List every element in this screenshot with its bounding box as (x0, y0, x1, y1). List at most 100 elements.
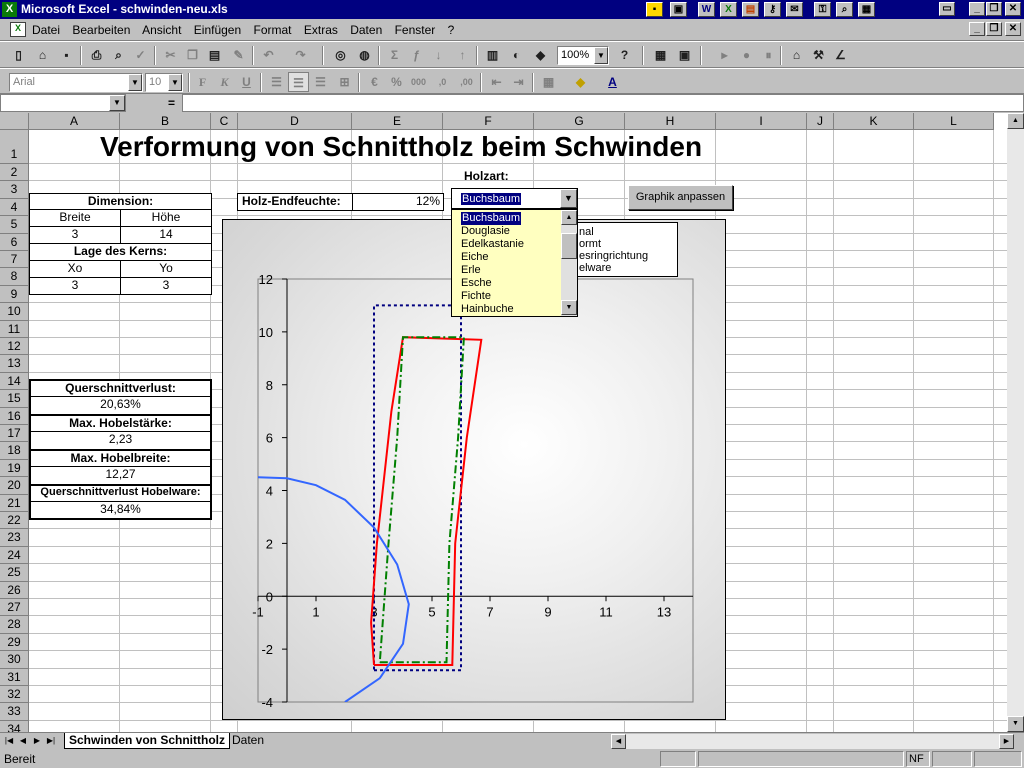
restore-button[interactable]: ❐ (986, 2, 1002, 16)
increase-indent-icon[interactable]: ⇥ (508, 72, 529, 92)
column-header[interactable]: L (914, 113, 994, 130)
search-icon[interactable]: ⌕ (836, 2, 853, 17)
row-header[interactable]: 29 (0, 633, 29, 652)
xo-value[interactable]: 3 (29, 277, 121, 295)
holzart-option[interactable]: Edelkastanie (461, 238, 524, 251)
breite-value[interactable]: 3 (29, 226, 121, 244)
holzart-scrollbar[interactable]: ▲ ▼ (561, 210, 577, 316)
outlook-icon[interactable]: ✉ (786, 2, 803, 17)
fill-color-icon[interactable]: ◆ (570, 72, 591, 92)
row-header[interactable]: 1 (0, 130, 29, 164)
key-icon[interactable]: ⚿ (814, 2, 831, 17)
row-header[interactable]: 6 (0, 233, 29, 251)
row-header[interactable]: 15 (0, 390, 29, 408)
graphik-anpassen-button[interactable]: Graphik anpassen (628, 185, 733, 210)
row-header[interactable]: 17 (0, 425, 29, 443)
holzart-option[interactable]: Esche (461, 277, 492, 290)
align-right-icon[interactable]: ☰ (310, 72, 331, 92)
row-header[interactable]: 27 (0, 599, 29, 617)
vb-editor-icon[interactable]: ⌂ (786, 45, 807, 65)
dimension-label[interactable]: Dimension: (29, 193, 212, 210)
menu-help[interactable]: ? (448, 23, 455, 37)
column-header[interactable]: I (716, 113, 807, 130)
print-preview-icon[interactable]: ⌕ (108, 45, 129, 65)
menu-extras[interactable]: Extras (304, 23, 338, 37)
endfeuchte-label[interactable]: Holz-Endfeuchte: (237, 193, 353, 211)
holzart-dropdown[interactable]: Buchsbaum ▼ (451, 188, 578, 209)
chart-wizard-icon[interactable]: ▥ (482, 45, 503, 65)
chevron-down-icon[interactable]: ▼ (168, 74, 182, 91)
chevron-down-icon[interactable]: ▼ (109, 95, 125, 111)
increase-decimal-icon[interactable]: ,0 (432, 72, 453, 92)
kern-label[interactable]: Lage des Kerns: (29, 243, 212, 261)
font-size-combo[interactable]: 10 ▼ (145, 73, 183, 92)
scroll-thumb[interactable] (561, 233, 577, 259)
row-header[interactable]: 9 (0, 285, 29, 304)
select-all-corner[interactable] (0, 113, 29, 130)
drawing-icon[interactable]: ◆ (530, 45, 551, 65)
worksheet-grid[interactable]: ABCDEFGHIJKL 1 2 3 4 5 6 7 8 9 10 11 12 13 14 15 16 17 18… (0, 113, 1024, 732)
record-macro-icon[interactable]: ● (736, 45, 757, 65)
font-name-combo[interactable]: Arial ▼ (9, 73, 143, 92)
row-header[interactable]: 20 (0, 477, 29, 495)
align-center-icon[interactable]: ☰ (288, 72, 309, 92)
row-header[interactable]: 31 (0, 668, 29, 686)
paste-icon[interactable]: ▤ (204, 45, 225, 65)
chevron-down-icon[interactable]: ▼ (594, 47, 608, 64)
open-icon[interactable]: ⌂ (32, 45, 53, 65)
row-header[interactable]: 8 (0, 268, 29, 286)
italic-icon[interactable]: K (214, 72, 235, 92)
column-header[interactable]: B (120, 113, 211, 130)
vertical-scrollbar[interactable]: ▲ ▼ (1007, 113, 1024, 732)
sheet-tab-schwinden[interactable]: Schwinden von Schnittholz (64, 733, 230, 749)
doc-restore-button[interactable]: ❐ (986, 22, 1002, 36)
undo-icon[interactable]: ↶ (258, 45, 279, 65)
run-macro-icon[interactable]: ▸ (714, 45, 735, 65)
image-icon[interactable]: ▦ (858, 2, 875, 17)
underline-icon[interactable]: U (236, 72, 257, 92)
scroll-left-icon[interactable]: ◀ (611, 734, 626, 749)
column-header[interactable]: E (352, 113, 443, 130)
format-painter-icon[interactable]: ✎ (228, 45, 249, 65)
row-header[interactable]: 12 (0, 338, 29, 356)
mhs-label[interactable]: Max. Hobelstärke: (29, 414, 212, 432)
row-header[interactable]: 16 (0, 407, 29, 425)
excel-app-icon[interactable]: X (2, 2, 17, 17)
breite-label[interactable]: Breite (29, 209, 121, 227)
mhb-label[interactable]: Max. Hobelbreite: (29, 449, 212, 467)
merge-center-icon[interactable]: ⊞ (334, 72, 355, 92)
column-header[interactable]: D (238, 113, 352, 130)
column-header[interactable]: C (211, 113, 238, 130)
doc-close-button[interactable]: ✕ (1005, 22, 1021, 36)
menu-fenster[interactable]: Fenster (395, 23, 436, 37)
mhb-value[interactable]: 12,27 (29, 467, 212, 484)
row-header[interactable]: 7 (0, 251, 29, 269)
row-header[interactable]: 24 (0, 546, 29, 565)
next-sheet-icon[interactable]: ▶ (30, 734, 44, 748)
hoehe-value[interactable]: 14 (120, 226, 212, 244)
scroll-right-icon[interactable]: ▶ (999, 734, 1014, 749)
percent-icon[interactable]: % (386, 72, 407, 92)
column-header[interactable]: F (443, 113, 534, 130)
row-header[interactable]: 2 (0, 164, 29, 182)
mhs-value[interactable]: 2,23 (29, 432, 212, 449)
chevron-down-icon[interactable]: ▼ (128, 74, 142, 91)
holzart-list[interactable]: Buchsbaum Douglasie Edelkastanie Eiche E… (451, 209, 578, 317)
row-header[interactable]: 5 (0, 216, 29, 234)
autosum-icon[interactable]: Σ (384, 45, 405, 65)
row-header[interactable]: 21 (0, 494, 29, 512)
menu-format[interactable]: Format (254, 23, 292, 37)
column-header[interactable]: G (534, 113, 625, 130)
row-header[interactable]: 10 (0, 303, 29, 321)
formula-equals[interactable]: = (168, 96, 175, 110)
row-header[interactable]: 34 (0, 720, 29, 732)
holzart-option[interactable]: Douglasie (461, 225, 510, 238)
name-box[interactable]: ▼ (0, 94, 126, 112)
sort-ascending-icon[interactable]: ↓ (428, 45, 449, 65)
pause-macro-icon[interactable]: ⏸ (758, 45, 779, 65)
ms-office-icon[interactable]: ▪ (646, 2, 663, 17)
thousands-icon[interactable]: 000 (408, 72, 429, 92)
chevron-down-icon[interactable]: ▼ (560, 189, 577, 208)
design-mode-icon[interactable]: ∠ (830, 45, 851, 65)
row-header[interactable]: 14 (0, 372, 29, 391)
